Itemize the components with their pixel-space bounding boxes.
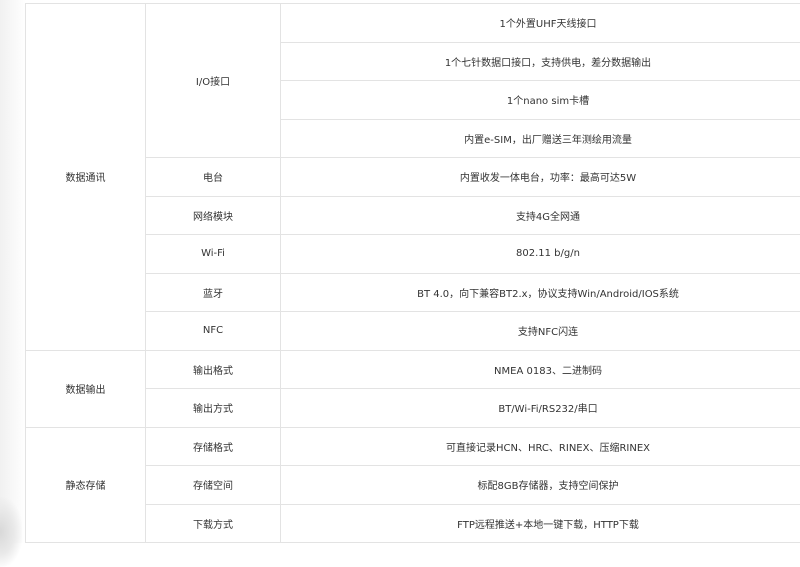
item-name-cell: Wi-Fi — [146, 235, 281, 274]
item-name-cell: 电台 — [146, 158, 281, 197]
item-value-cell: 可直接记录HCN、HRC、RINEX、压缩RINEX — [281, 427, 800, 466]
item-name-cell: 输出方式 — [146, 389, 281, 428]
item-value-cell: 内置收发一体电台，功率：最高可达5W — [281, 158, 800, 197]
spec-table: 数据通讯 I/O接口 1个外置UHF天线接口 1个七针数据口接口，支持供电，差分… — [25, 3, 800, 543]
item-name-cell: 存储格式 — [146, 427, 281, 466]
item-value-cell: 1个外置UHF天线接口 — [281, 4, 800, 43]
item-name-cell: 输出格式 — [146, 350, 281, 389]
item-value-cell: NMEA 0183、二进制码 — [281, 350, 800, 389]
category-cell: 数据通讯 — [26, 4, 146, 351]
item-value-cell: BT 4.0，向下兼容BT2.x，协议支持Win/Android/IOS系统 — [281, 273, 800, 312]
item-name-cell: 下载方式 — [146, 504, 281, 543]
item-value-cell: FTP远程推送+本地一键下载，HTTP下载 — [281, 504, 800, 543]
item-name-cell: I/O接口 — [146, 4, 281, 158]
table-row: 数据输出 输出格式 NMEA 0183、二进制码 — [26, 350, 800, 389]
table-row: 数据通讯 I/O接口 1个外置UHF天线接口 — [26, 4, 800, 43]
left-margin-shade — [0, 0, 26, 543]
item-name-cell: 存储空间 — [146, 466, 281, 505]
item-name-cell: NFC — [146, 312, 281, 351]
item-value-cell: 内置e-SIM，出厂赠送三年测绘用流量 — [281, 119, 800, 158]
category-cell: 数据输出 — [26, 350, 146, 427]
item-value-cell: 支持NFC闪连 — [281, 312, 800, 351]
item-value-cell: 1个nano sim卡槽 — [281, 81, 800, 120]
item-value-cell: 支持4G全网通 — [281, 196, 800, 235]
item-value-cell: 802.11 b/g/n — [281, 235, 800, 274]
item-value-cell: 1个七针数据口接口，支持供电，差分数据输出 — [281, 42, 800, 81]
item-value-cell: 标配8GB存储器，支持空间保护 — [281, 466, 800, 505]
item-value-cell: BT/Wi-Fi/RS232/串口 — [281, 389, 800, 428]
table-row: 静态存储 存储格式 可直接记录HCN、HRC、RINEX、压缩RINEX — [26, 427, 800, 466]
item-name-cell: 网络模块 — [146, 196, 281, 235]
item-name-cell: 蓝牙 — [146, 273, 281, 312]
corner-shadow — [0, 497, 22, 567]
category-cell: 静态存储 — [26, 427, 146, 543]
